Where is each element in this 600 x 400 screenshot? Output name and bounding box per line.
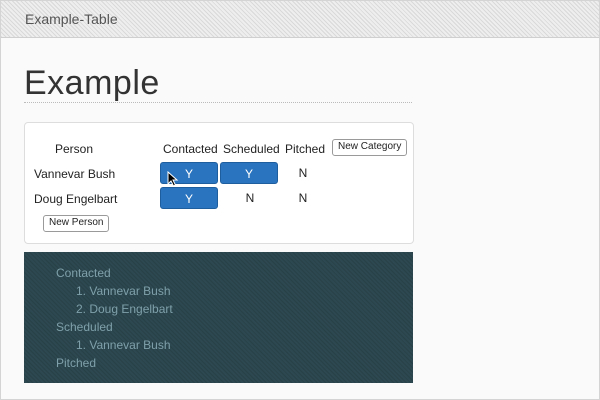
pitched-toggle[interactable]: N <box>274 187 332 209</box>
column-header-person: Person <box>55 142 94 156</box>
window-title: Example-Table <box>25 11 118 27</box>
summary-panel: Contacted 1. Vannevar Bush 2. Doug Engel… <box>24 252 413 383</box>
scheduled-toggle[interactable]: N <box>221 187 279 209</box>
page-title: Example <box>24 64 160 102</box>
summary-list-item: 2. Doug Engelbart <box>76 302 173 316</box>
column-header-scheduled: Scheduled <box>223 142 280 156</box>
heading-divider <box>24 102 412 103</box>
scheduled-toggle[interactable]: Y <box>220 162 278 184</box>
column-header-contacted: Contacted <box>163 142 218 156</box>
new-person-button[interactable]: New Person <box>43 215 110 232</box>
summary-category-pitched: Pitched <box>56 356 97 370</box>
mouse-pointer-icon <box>167 171 179 187</box>
summary-list-item: 1. Vannevar Bush <box>76 338 171 352</box>
title-bar: Example-Table <box>1 1 599 38</box>
column-header-pitched: Pitched <box>285 142 326 156</box>
contacted-toggle[interactable]: Y <box>160 187 218 209</box>
person-name: Vannevar Bush <box>34 167 116 181</box>
new-category-button[interactable]: New Category <box>332 139 408 156</box>
person-name: Doug Engelbart <box>34 192 118 206</box>
pitched-toggle[interactable]: N <box>274 162 332 184</box>
summary-category-contacted: Contacted <box>56 266 111 280</box>
summary-list-item: 1. Vannevar Bush <box>76 284 171 298</box>
tracking-table: Person Contacted Scheduled Pitched New C… <box>24 122 414 244</box>
summary-category-scheduled: Scheduled <box>56 320 113 334</box>
